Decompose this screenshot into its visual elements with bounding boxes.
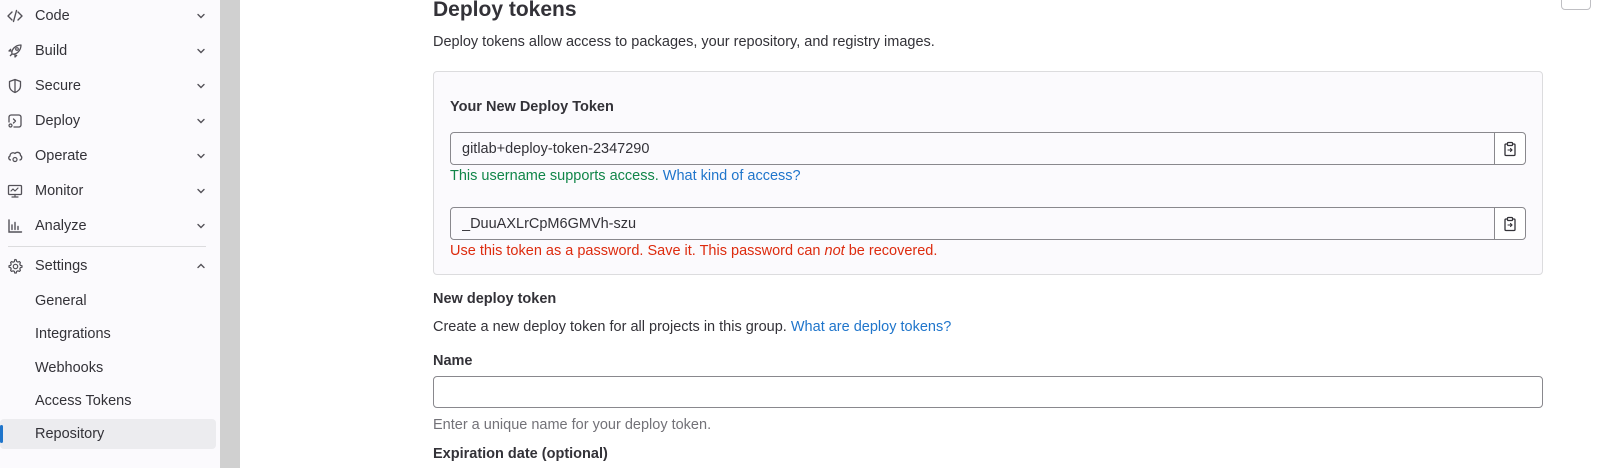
page-title: Deploy tokens: [433, 0, 577, 21]
deploy-token-password-input[interactable]: [451, 208, 1495, 239]
chevron-down-icon: [197, 153, 205, 159]
sidebar-subitem-label: Repository: [35, 426, 105, 442]
expiration-date-label: Expiration date (optional): [433, 446, 608, 462]
sidebar-divider: [8, 246, 206, 247]
sidebar: Code Build Secure Deploy Operate Monitor…: [0, 0, 220, 468]
deployments-icon: [8, 114, 22, 128]
sidebar-subitem-access-tokens[interactable]: Access Tokens: [0, 386, 216, 416]
page-edge-button[interactable]: [1561, 0, 1591, 10]
sidebar-subitem-label: General: [35, 293, 87, 309]
sidebar-item-deploy[interactable]: Deploy: [0, 105, 214, 137]
chevron-down-icon: [197, 118, 205, 124]
shield-icon: [8, 78, 22, 94]
deploy-token-name-input[interactable]: [433, 376, 1543, 408]
new-deploy-token-heading: Your New Deploy Token: [450, 99, 614, 115]
sidebar-item-settings[interactable]: Settings: [0, 250, 214, 282]
deploy-token-username-input[interactable]: [451, 133, 1495, 164]
sidebar-item-label: Analyze: [35, 218, 87, 234]
sidebar-subitem-repository[interactable]: Repository: [0, 419, 216, 449]
sidebar-item-label: Monitor: [35, 183, 84, 199]
chevron-up-icon: [197, 263, 205, 269]
gear-icon: [8, 258, 23, 274]
sidebar-scroll-gutter: [220, 0, 240, 468]
sidebar-item-label: Secure: [35, 78, 81, 94]
deploy-token-password-field: [450, 207, 1526, 240]
sidebar-item-code[interactable]: Code: [0, 0, 214, 32]
new-deploy-token-panel: Your New Deploy Token This username supp…: [433, 71, 1543, 275]
cloud-gear-icon: [8, 151, 23, 163]
token-warning-text: Use this token as a password. Save it. T…: [450, 243, 937, 259]
username-help-text: This username supports access. What kind…: [450, 168, 801, 184]
name-field-label: Name: [433, 353, 473, 369]
sidebar-subitem-label: Access Tokens: [35, 393, 132, 409]
token-warning-emphasis: not: [824, 243, 845, 259]
sidebar-item-label: Deploy: [35, 113, 81, 129]
name-field-hint: Enter a unique name for your deploy toke…: [433, 417, 712, 433]
chevron-down-icon: [197, 83, 205, 89]
main-content: Deploy tokens Deploy tokens allow access…: [240, 0, 1610, 468]
chevron-down-icon: [197, 13, 205, 19]
token-warning-before: Use this token as a password. Save it. T…: [450, 243, 821, 259]
new-deploy-token-description-text: Create a new deploy token for all projec…: [433, 319, 787, 335]
sidebar-subitem-label: Webhooks: [35, 360, 104, 376]
username-help-message: This username supports access.: [450, 168, 659, 184]
sidebar-subitem-label: Integrations: [35, 326, 111, 342]
copy-token-button[interactable]: [1494, 208, 1525, 239]
sidebar-item-operate[interactable]: Operate: [0, 140, 214, 172]
sidebar-item-label: Operate: [35, 148, 88, 164]
deploy-tokens-help-link[interactable]: What are deploy tokens?: [791, 319, 951, 335]
new-deploy-token-description: Create a new deploy token for all projec…: [433, 319, 951, 335]
sidebar-item-label: Build: [35, 43, 68, 59]
monitor-icon: [7, 184, 23, 198]
sidebar-item-analyze[interactable]: Analyze: [0, 210, 214, 242]
token-warning-after: be recovered.: [848, 243, 938, 259]
sidebar-item-monitor[interactable]: Monitor: [0, 175, 214, 207]
clipboard-icon: [1504, 141, 1516, 156]
sidebar-item-secure[interactable]: Secure: [0, 70, 214, 102]
deploy-token-username-field: [450, 132, 1526, 165]
copy-username-button[interactable]: [1494, 133, 1525, 164]
sidebar-subitem-integrations[interactable]: Integrations: [0, 319, 216, 349]
chevron-down-icon: [197, 48, 205, 54]
chevron-down-icon: [197, 188, 205, 194]
access-kind-link[interactable]: What kind of access?: [663, 168, 801, 184]
sidebar-item-label: Settings: [35, 258, 88, 274]
code-icon: [7, 9, 23, 23]
rocket-icon: [8, 44, 22, 58]
chart-icon: [8, 219, 23, 233]
sidebar-item-label: Code: [35, 8, 70, 24]
sidebar-subitem-webhooks[interactable]: Webhooks: [0, 353, 216, 383]
clipboard-icon: [1504, 216, 1516, 231]
sidebar-subitem-general[interactable]: General: [0, 286, 216, 316]
sidebar-item-build[interactable]: Build: [0, 35, 214, 67]
page-description: Deploy tokens allow access to packages, …: [433, 34, 935, 50]
new-deploy-token-section-title: New deploy token: [433, 291, 557, 307]
chevron-down-icon: [197, 223, 205, 229]
